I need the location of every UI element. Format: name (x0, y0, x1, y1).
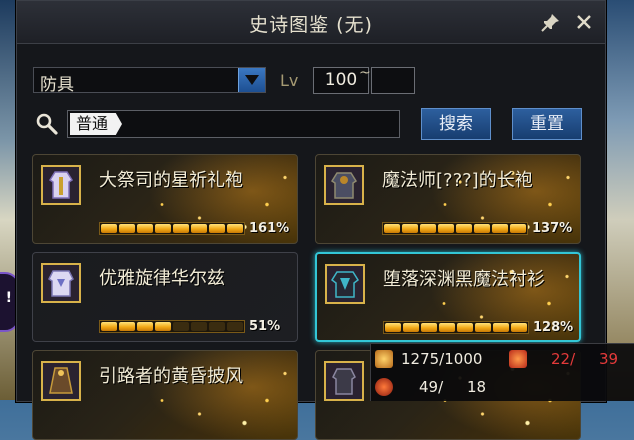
progress-bar (383, 321, 529, 334)
progress-segment (155, 322, 171, 331)
progress-segment (155, 224, 171, 233)
item-name: 优雅旋律华尔兹 (99, 268, 225, 289)
progress-bar (382, 222, 528, 235)
window-title: 史诗图鉴 (无) (249, 14, 373, 36)
progress-segment (191, 224, 207, 233)
shirt-icon (325, 264, 365, 304)
search-button[interactable]: 搜索 (421, 108, 491, 140)
points-icon (509, 350, 527, 368)
progress-percent: 51% (249, 319, 281, 334)
category-value: 防具 (40, 75, 74, 95)
item-card-selected[interactable]: 堕落深渊黑魔法衬衫 128% (315, 252, 581, 342)
progress-segment (227, 224, 243, 233)
progress-bar (99, 320, 245, 333)
progress-segment (403, 323, 419, 332)
progress-segment (385, 323, 401, 332)
progress-segment (492, 224, 508, 233)
search-icon (36, 113, 58, 135)
progress-segment (456, 224, 472, 233)
resource-stats-panel: 1275/1000 22/ 39 49/ 18 (370, 343, 634, 401)
reset-button[interactable]: 重置 (512, 108, 582, 140)
progress-segment (475, 323, 491, 332)
item-name: 堕落深渊黑魔法衬衫 (383, 269, 545, 290)
progress-segment (173, 322, 189, 331)
token-total: 18 (467, 378, 487, 396)
progress-segment (402, 224, 418, 233)
progress-segment (101, 224, 117, 233)
token-current: 49/ (419, 378, 444, 396)
progress-segment (421, 323, 437, 332)
rarity-filter-tag[interactable]: 普通 (70, 113, 123, 135)
close-icon[interactable] (574, 12, 594, 32)
armor-icon (41, 263, 81, 303)
armor-icon (324, 361, 364, 401)
dropdown-toggle-button[interactable] (238, 68, 265, 92)
fatigue-value: 1275/1000 (401, 350, 483, 368)
progress-segment (457, 323, 473, 332)
robe-icon (324, 165, 364, 205)
progress-segment (510, 224, 526, 233)
progress-segment (511, 323, 527, 332)
progress-segment (119, 224, 135, 233)
item-card[interactable]: 魔法师[???]的长袍 137% (315, 154, 581, 244)
robe-icon (41, 165, 81, 205)
category-dropdown[interactable]: 防具 (33, 67, 266, 95)
progress-segment (101, 322, 117, 331)
item-card[interactable]: 引路者的黄昏披风 (32, 350, 298, 440)
pin-icon[interactable] (541, 12, 561, 32)
chevron-down-icon (245, 75, 259, 85)
fatigue-icon (375, 350, 393, 368)
progress-segment (209, 224, 225, 233)
progress-segment (191, 322, 207, 331)
cape-icon (41, 361, 81, 401)
search-input[interactable]: 普通 (67, 110, 400, 138)
level-range-separator: ~ (359, 65, 371, 81)
progress-segment (227, 322, 243, 331)
progress-bar (99, 222, 245, 235)
progress-segment (137, 322, 153, 331)
points-total: 39 (599, 350, 619, 368)
item-name: 引路者的黄昏披风 (99, 366, 243, 387)
side-badge-glyph: ! (5, 290, 12, 306)
item-card[interactable]: 大祭司的星祈礼袍 161% (32, 154, 298, 244)
progress-percent: 137% (532, 221, 573, 236)
progress-segment (438, 224, 454, 233)
token-icon (375, 378, 393, 396)
progress-segment (439, 323, 455, 332)
progress-segment (420, 224, 436, 233)
progress-percent: 128% (533, 320, 574, 335)
item-name: 魔法师[???]的长袍 (382, 170, 533, 191)
progress-segment (474, 224, 490, 233)
progress-segment (119, 322, 135, 331)
progress-segment (173, 224, 189, 233)
progress-segment (209, 322, 225, 331)
level-label: Lv (280, 71, 299, 90)
progress-segment (493, 323, 509, 332)
item-name: 大祭司的星祈礼袍 (99, 170, 243, 191)
background-scenery-right (604, 0, 634, 400)
progress-segment (384, 224, 400, 233)
progress-segment (137, 224, 153, 233)
level-max-input[interactable] (371, 67, 415, 94)
points-current: 22/ (551, 350, 576, 368)
progress-percent: 161% (249, 221, 290, 236)
epic-catalog-window: 史诗图鉴 (无) 防具 Lv 100 ~ 普通 搜索 重置 大祭司的星祈礼袍 1… (16, 0, 606, 440)
item-card[interactable]: 优雅旋律华尔兹 51% (32, 252, 298, 342)
title-bar[interactable]: 史诗图鉴 (无) (17, 1, 605, 44)
